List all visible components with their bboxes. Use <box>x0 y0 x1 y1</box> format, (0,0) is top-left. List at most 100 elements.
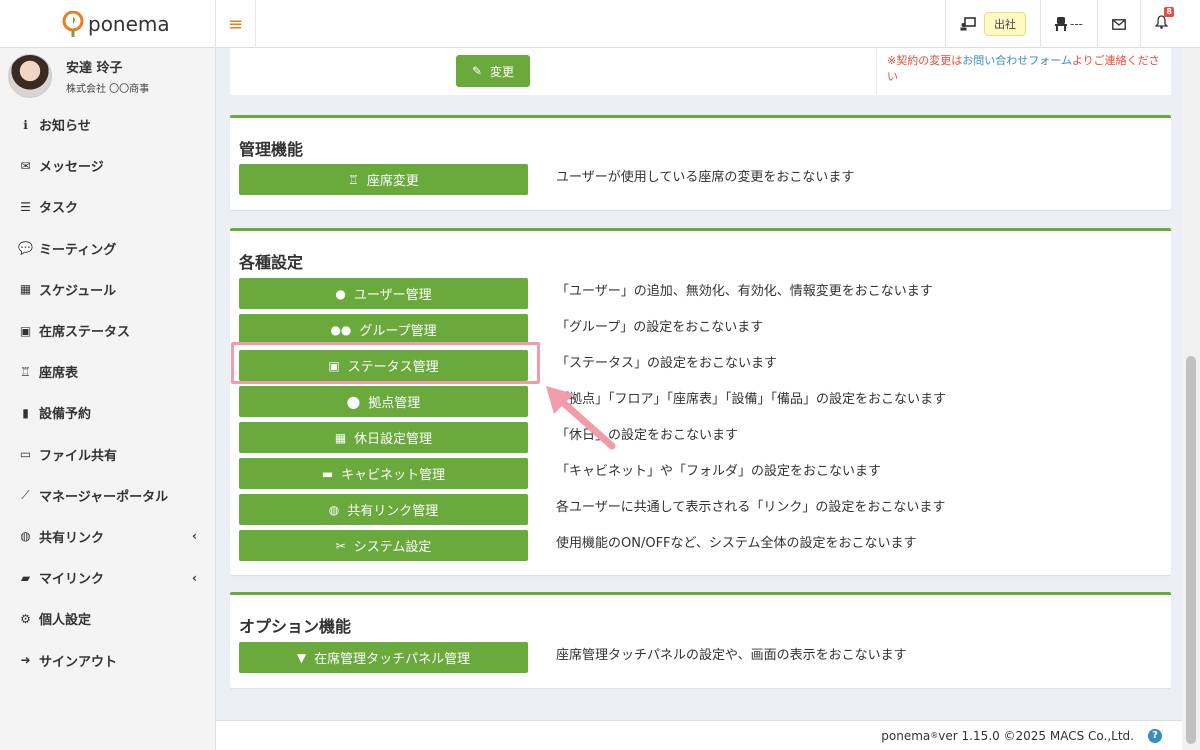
status-badge: 出社 <box>984 12 1026 36</box>
ponema-logo-icon <box>62 11 84 37</box>
sidebar-item-seating-chart[interactable]: ♖ 座席表 <box>0 351 215 392</box>
button-label: キャビネット管理 <box>341 468 446 483</box>
sidebar-item-meetings[interactable]: 💬 ミーティング <box>0 228 215 269</box>
sidebar-item-tasks[interactable]: ☰ タスク <box>0 186 215 227</box>
avatar <box>8 54 52 98</box>
footer: ponema ® ver 1.15.0 ©2025 MACS Co.,Ltd. ? <box>216 720 1182 750</box>
sidebar: 安達 玲子 株式会社 〇〇商事 ℹ お知らせ ✉ メッセージ ☰ タスク 💬 ミーティン… <box>0 48 216 750</box>
user-company: 株式会社 〇〇商事 <box>66 84 150 95</box>
calendar-icon: ▦ <box>19 282 32 297</box>
top-bar: ponema ≡ 出社 --- 8 <box>0 0 1200 48</box>
sidebar-item-label: スケジュール <box>39 283 117 299</box>
contract-notice: ※契約の変更はお問い合わせフォームよりご連絡ください <box>876 48 1171 94</box>
user-profile[interactable]: 安達 玲子 株式会社 〇〇商事 <box>0 48 215 104</box>
cabinet-management-button[interactable]: ▬ キャビネット管理 <box>239 458 528 489</box>
sidebar-item-notices[interactable]: ℹ お知らせ <box>0 104 215 145</box>
folder-open-icon: ▭ <box>19 447 32 462</box>
info-circle-icon: ℹ <box>23 117 28 132</box>
hamburger-menu-icon[interactable]: ≡ <box>216 0 256 48</box>
user-name: 安達 玲子 <box>66 61 123 76</box>
sidebar-item-label: 共有リンク <box>39 530 105 546</box>
sidebar-item-manager-portal[interactable]: ⟋ マネージャーポータル <box>0 475 215 516</box>
change-contract-button[interactable]: ✎ 変更 <box>456 55 530 87</box>
users-icon: ●● <box>330 322 352 337</box>
sidebar-item-my-links[interactable]: ▰ マイリンク ‹ <box>0 557 215 598</box>
chalkboard-user-icon: ▣ <box>328 358 340 373</box>
system-settings-desc: 使用機能のON/OFFなど、システム全体の設定をおこないます <box>556 536 917 551</box>
help-icon[interactable]: ? <box>1148 728 1162 743</box>
system-settings-button[interactable]: ✂ システム設定 <box>239 530 528 561</box>
edit-icon: ✎ <box>471 64 483 78</box>
sidebar-item-file-sharing[interactable]: ▭ ファイル共有 <box>0 434 215 475</box>
globe-icon: ◍ <box>20 529 31 544</box>
touch-panel-management-desc: 座席管理タッチパネルの設定や、画面の表示をおこないます <box>556 648 907 663</box>
seat-change-label: 座席変更 <box>366 174 419 189</box>
sidebar-item-schedule[interactable]: ▦ スケジュール <box>0 269 215 310</box>
sidebar-item-label: お知らせ <box>39 119 91 135</box>
sidebar-item-label: 設備予約 <box>39 407 92 423</box>
chair-icon: ♖ <box>20 364 31 379</box>
sidebar-item-label: メッセージ <box>39 160 104 176</box>
cabinet-management-desc: 「キャビネット」や「フォルダ」の設定をおこないます <box>556 464 882 479</box>
main-content: ✎ 変更 ※契約の変更はお問い合わせフォームよりご連絡ください 管理機能 ♖ 座… <box>216 48 1182 750</box>
chart-line-icon: ⟋ <box>21 487 30 502</box>
sidebar-item-label: タスク <box>39 201 79 217</box>
sidebar-item-label: ファイル共有 <box>39 448 118 464</box>
messages-button[interactable] <box>1097 0 1140 48</box>
options-panel: オプション機能 ▼ 在席管理タッチパネル管理 座席管理タッチパネルの設定や、画面の… <box>230 592 1171 688</box>
status-management-button[interactable]: ▣ ステータス管理 <box>239 350 528 381</box>
button-label: ステータス管理 <box>347 360 439 375</box>
button-label: 在席管理タッチパネル管理 <box>314 652 471 667</box>
chalkboard-user-icon <box>960 17 976 31</box>
user-icon: ● <box>335 286 346 301</box>
tasks-icon: ☰ <box>20 199 31 214</box>
user-management-button[interactable]: ● ユーザー管理 <box>239 278 528 309</box>
notifications-button[interactable]: 8 <box>1140 0 1182 48</box>
touch-panel-management-button[interactable]: ▼ 在席管理タッチパネル管理 <box>239 642 528 673</box>
holiday-management-button[interactable]: ▦ 休日設定管理 <box>239 422 528 453</box>
contact-form-link[interactable]: お問い合わせフォーム <box>962 54 1072 67</box>
globe-icon: ◍ <box>328 502 340 517</box>
location-management-desc: 「拠点」「フロア」「座席表」「設備」「備品」の設定をおこないます <box>556 392 947 407</box>
sidebar-item-presence-status[interactable]: ▣ 在席ステータス <box>0 310 215 351</box>
scrollbar-thumb[interactable] <box>1186 356 1196 744</box>
settings-panel: 各種設定 ● ユーザー管理 「ユーザー」の追加、無効化、有効化、情報変更をおこない… <box>230 228 1171 575</box>
options-title: オプション機能 <box>239 617 352 636</box>
footer-version: ver 1.15.0 ©2025 MACS Co.,Ltd. <box>938 728 1134 743</box>
sidebar-item-label: マイリンク <box>39 572 105 588</box>
management-panel: 管理機能 ♖ 座席変更 ユーザーが使用している座席の変更をおこないます <box>230 115 1171 210</box>
envelope-icon: ✉ <box>20 158 31 173</box>
seat-change-desc: ユーザーが使用している座席の変更をおこないます <box>556 170 855 185</box>
book-icon: ▮ <box>22 405 29 420</box>
bookmark-icon: ▰ <box>20 570 31 585</box>
seat-change-button[interactable]: ♖ 座席変更 <box>239 164 528 195</box>
calendar-icon: ▦ <box>334 430 347 445</box>
holiday-management-desc: 「休日」の設定をおこないます <box>556 428 739 443</box>
group-management-button[interactable]: ●● グループ管理 <box>239 314 528 345</box>
sidebar-item-facility-booking[interactable]: ▮ 設備予約 <box>0 392 215 433</box>
sidebar-item-personal-settings[interactable]: ⚙ 個人設定 <box>0 598 215 639</box>
management-title: 管理機能 <box>239 140 304 159</box>
sidebar-item-messages[interactable]: ✉ メッセージ <box>0 145 215 186</box>
sidebar-item-shared-links[interactable]: ◍ 共有リンク ‹ <box>0 516 215 557</box>
status-toggle[interactable]: 出社 <box>945 0 1040 48</box>
group-management-desc: 「グループ」の設定をおこないます <box>556 320 764 335</box>
shared-link-management-button[interactable]: ◍ 共有リンク管理 <box>239 494 528 525</box>
footer-registered: ® <box>930 731 939 740</box>
sidebar-item-label: 座席表 <box>39 366 79 382</box>
thumbtack-icon: ▼ <box>296 650 307 665</box>
location-management-button[interactable]: ⬤ 拠点管理 <box>239 386 528 417</box>
status-management-desc: 「ステータス」の設定をおこないます <box>556 356 778 371</box>
shared-link-management-desc: 各ユーザーに共通して表示される「リンク」の設定をおこないます <box>556 500 946 515</box>
brand[interactable]: ponema <box>0 0 216 48</box>
sidebar-item-label: サインアウト <box>39 654 118 670</box>
comments-icon: 💬 <box>18 241 33 256</box>
notice-prefix: ※契約の変更は <box>887 54 963 67</box>
seat-indicator[interactable]: --- <box>1040 0 1097 48</box>
chevron-left-icon: ‹ <box>192 570 197 585</box>
folder-open-icon: ▬ <box>321 466 334 481</box>
settings-title: 各種設定 <box>239 253 304 272</box>
envelope-icon <box>1112 18 1126 30</box>
sidebar-item-sign-out[interactable]: ➜ サインアウト <box>0 639 215 680</box>
gear-icon: ⚙ <box>20 611 31 626</box>
